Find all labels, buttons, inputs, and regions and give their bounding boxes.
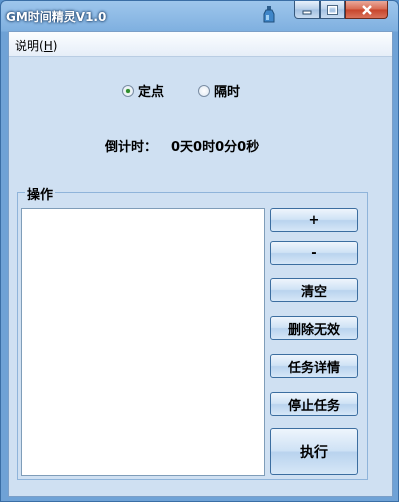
radio-interval[interactable]: 隔时 <box>198 81 240 100</box>
maximize-icon <box>327 4 338 15</box>
radio-fixed-point-label: 定点 <box>138 85 165 100</box>
countdown: 倒计时： 0天0时0分0秒 <box>105 136 259 155</box>
operations-group-label: 操作 <box>25 184 56 203</box>
add-button[interactable]: + <box>270 208 358 232</box>
operations-group: 操作 + - 清空 删除无效 任务详情 停止任务 执行 <box>17 184 368 480</box>
menu-help[interactable]: 说明(H) <box>15 37 57 54</box>
delete-invalid-button[interactable]: 删除无效 <box>270 316 358 340</box>
bottle-icon <box>263 6 275 23</box>
client-area: 说明(H) 定点 隔时 倒计时： 0天0时0分0秒 操作 + - 清空 删除无效 … <box>8 31 393 497</box>
title-bar[interactable]: GM时间精灵V1.0 <box>1 1 398 31</box>
task-details-button[interactable]: 任务详情 <box>270 354 358 378</box>
window-title: GM时间精灵V1.0 <box>6 10 107 24</box>
minimize-icon <box>302 10 312 14</box>
radio-interval-label: 隔时 <box>214 85 241 100</box>
menu-help-accel: H <box>43 39 53 53</box>
execute-button[interactable]: 执行 <box>270 428 358 475</box>
countdown-value: 0天0时0分0秒 <box>171 140 260 155</box>
close-icon <box>361 4 372 15</box>
maximize-button[interactable] <box>320 1 345 19</box>
close-button[interactable] <box>345 1 388 19</box>
clear-button[interactable]: 清空 <box>270 278 358 302</box>
radio-indicator[interactable] <box>122 84 134 97</box>
menu-bar: 说明(H) <box>9 32 392 57</box>
menu-help-suffix: ) <box>52 39 58 53</box>
radio-fixed-point[interactable]: 定点 <box>122 81 164 100</box>
stop-task-button[interactable]: 停止任务 <box>270 392 358 416</box>
menu-help-label: 说明( <box>15 39 44 53</box>
radio-indicator[interactable] <box>198 84 210 97</box>
countdown-label: 倒计时： <box>105 140 158 155</box>
app-window: GM时间精灵V1.0 说明(H) 定点 隔时 倒计时： 0天0时0分0秒 操作 … <box>0 0 399 502</box>
minimize-button[interactable] <box>294 1 320 19</box>
remove-button[interactable]: - <box>270 241 358 265</box>
task-list[interactable] <box>21 208 265 476</box>
